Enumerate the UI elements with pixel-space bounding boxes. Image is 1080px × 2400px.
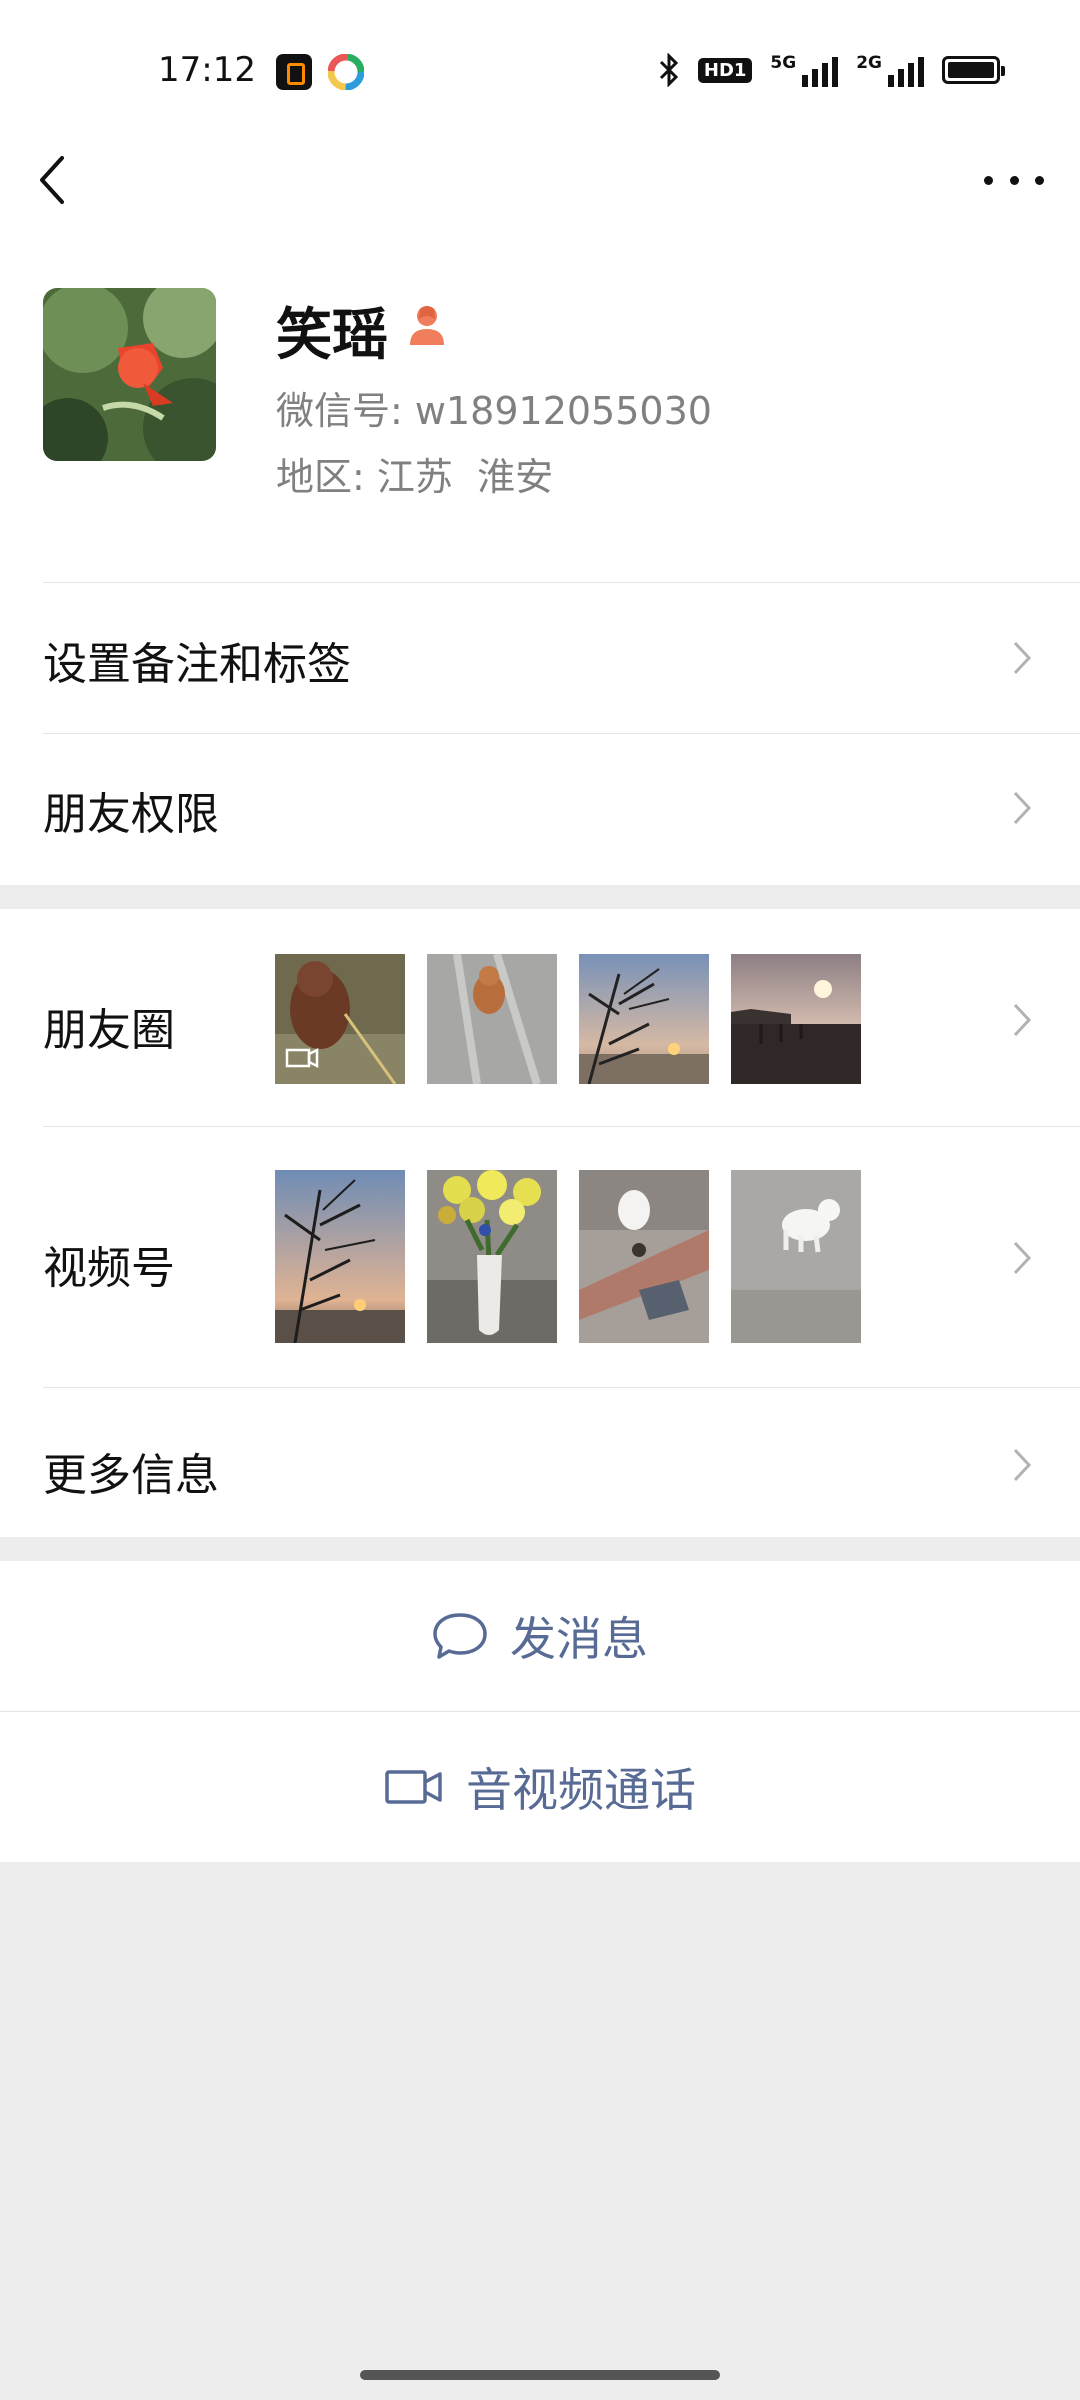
divider	[43, 1387, 1080, 1388]
moments-thumbnail[interactable]	[731, 954, 861, 1084]
more-info-label[interactable]: 更多信息	[43, 1439, 219, 1503]
send-message-label: 发消息	[510, 1612, 648, 1666]
moments-label[interactable]: 朋友圈	[43, 994, 175, 1058]
remark-tags-label[interactable]: 设置备注和标签	[43, 628, 351, 692]
video-camera-icon	[385, 1770, 442, 1804]
divider	[43, 1126, 1080, 1127]
region: 地区: 江苏 淮安	[276, 455, 554, 499]
app-notification-icon	[276, 54, 312, 90]
channels-label[interactable]: 视频号	[43, 1232, 175, 1296]
channels-thumbnail[interactable]	[731, 1170, 861, 1343]
signal-2g-icon: 2G	[856, 53, 924, 87]
bluetooth-icon	[659, 53, 678, 87]
chevron-right-icon[interactable]	[1010, 1445, 1034, 1485]
status-right-icons: HD1 5G 2G	[658, 50, 1005, 90]
channels-thumbnail[interactable]	[427, 1170, 557, 1343]
message-bubble-icon	[433, 1613, 487, 1659]
signal-5g-icon: 5G	[770, 53, 839, 87]
channels-thumbnail[interactable]	[275, 1170, 405, 1343]
gender-female-icon	[410, 306, 444, 345]
back-arrow-icon[interactable]	[30, 150, 80, 210]
status-bar: 17:12 HD1 5G 2G	[0, 0, 1080, 140]
friend-permissions-label[interactable]: 朋友权限	[43, 778, 219, 842]
send-message-button[interactable]: 发消息	[0, 1561, 1080, 1711]
home-indicator[interactable]	[360, 2370, 720, 2380]
moments-thumbnail[interactable]	[579, 954, 709, 1084]
chevron-right-icon[interactable]	[1010, 1238, 1034, 1278]
moments-thumbnail[interactable]	[275, 954, 405, 1084]
hd-icon: HD1	[697, 57, 753, 83]
voice-video-call-label: 音视频通话	[466, 1763, 696, 1817]
more-dots-icon[interactable]	[984, 160, 1044, 200]
color-wheel-app-icon	[328, 54, 364, 90]
channels-thumbnail[interactable]	[579, 1170, 709, 1343]
voice-video-call-button[interactable]: 音视频通话	[0, 1712, 1080, 1862]
status-time: 17:12	[158, 50, 256, 90]
moments-thumbnail[interactable]	[427, 954, 557, 1084]
avatar[interactable]	[43, 288, 216, 461]
chevron-right-icon[interactable]	[1010, 1000, 1034, 1040]
chevron-right-icon[interactable]	[1010, 638, 1034, 678]
divider	[43, 733, 1080, 734]
contact-name: 笑瑶	[276, 303, 388, 368]
battery-icon	[942, 56, 1005, 84]
settings-section: 设置备注和标签 朋友权限	[0, 580, 1080, 885]
divider	[43, 582, 1080, 583]
wechat-id: 微信号: w18912055030	[276, 389, 712, 433]
chevron-right-icon[interactable]	[1010, 788, 1034, 828]
media-section: 朋友圈 视频号 更多信息	[0, 909, 1080, 1537]
